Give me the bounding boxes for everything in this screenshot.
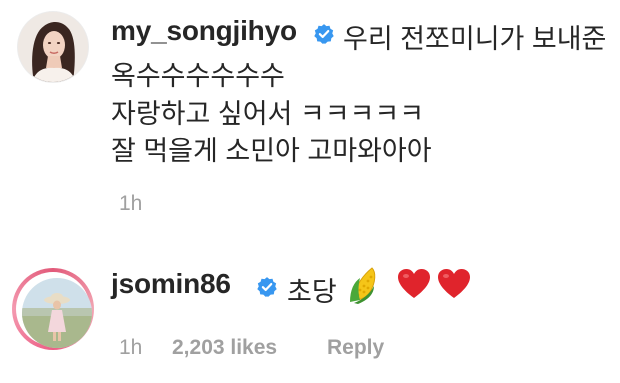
comment-text-line: 잘 먹을게 소민아 고마와아아 (111, 136, 432, 166)
comment-text: 초당 (287, 277, 337, 307)
comment: my_songjihyo 우리 전쪼미니가 보내준 옥수수수수수수 자랑하고 싶… (0, 0, 620, 240)
red-heart-icon (438, 269, 470, 298)
red-heart-icon (398, 269, 430, 298)
comment-text-line: 우리 전쪼미니가 보내준 (343, 24, 607, 54)
comment-text-line: 자랑하고 싶어서 ㅋㅋㅋㅋㅋ (111, 99, 425, 129)
verified-badge-icon (314, 24, 334, 44)
verified-badge-icon (257, 277, 277, 297)
timestamp: 1h (119, 192, 143, 215)
avatar (22, 278, 92, 348)
profile-photo (18, 12, 88, 82)
comment: jsomin86 초당 1h 2,203 likes Reply (0, 252, 620, 383)
timestamp: 1h (119, 336, 143, 359)
story-ring-gap (16, 272, 92, 348)
comment-text-line: 옥수수수수수수 (111, 61, 285, 91)
username[interactable]: my_songjihyo (111, 15, 297, 47)
story-ring[interactable] (12, 268, 94, 350)
likes-count[interactable]: 2,203 likes (172, 336, 277, 360)
corn-icon (350, 267, 376, 304)
reply-button[interactable]: Reply (327, 336, 384, 360)
avatar[interactable] (18, 12, 88, 82)
profile-photo (22, 278, 92, 348)
comments-screen: { "comment_1": { "username": "my_songjih… (0, 0, 620, 383)
username[interactable]: jsomin86 (111, 268, 231, 300)
